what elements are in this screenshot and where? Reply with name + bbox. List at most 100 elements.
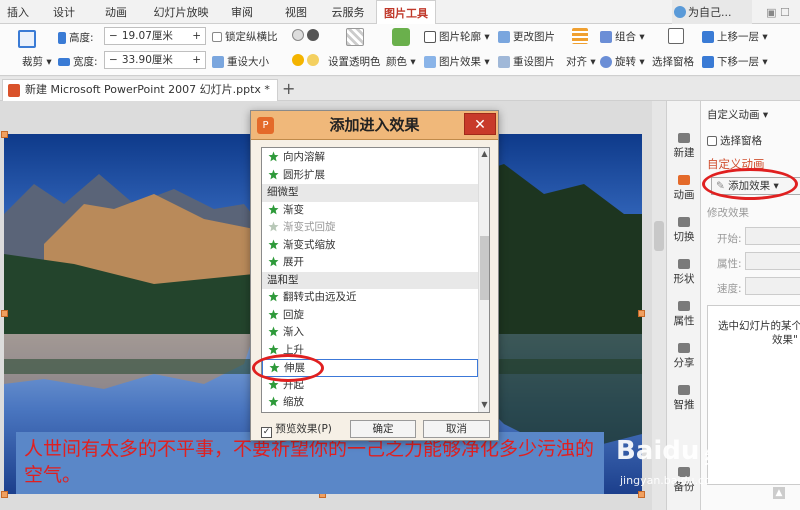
tab-animation[interactable]: 动画 xyxy=(96,0,136,24)
effect-item[interactable]: 渐变 xyxy=(262,202,478,220)
transition-icon xyxy=(678,217,690,227)
scroll-thumb[interactable] xyxy=(654,221,664,251)
start-select[interactable] xyxy=(745,227,800,245)
recommend-icon xyxy=(678,385,690,395)
send-backward-icon xyxy=(702,56,714,68)
picture-tools-ribbon: 裁剪 ▾ 高度: −19.07厘米 + 宽度: −33.90厘米 + 锁定纵横比 重… xyxy=(0,24,800,76)
color-icon[interactable] xyxy=(392,28,413,46)
resize-handle[interactable] xyxy=(638,491,645,498)
sidebar-item-recommend[interactable]: 智推 xyxy=(667,385,701,412)
effect-item[interactable]: 渐入 xyxy=(262,324,478,342)
effect-star-icon xyxy=(268,309,279,320)
brightness-buttons[interactable] xyxy=(292,29,322,41)
tab-design[interactable]: 设计 xyxy=(44,0,84,24)
property-label: 属性: xyxy=(717,258,742,270)
change-picture-button[interactable]: 更改图片 xyxy=(498,29,555,44)
picture-outline-button[interactable]: 图片轮廓 ▾ xyxy=(424,29,490,44)
effect-label: 温和型 xyxy=(267,273,299,286)
group-icon xyxy=(600,31,612,43)
tab-slideshow[interactable]: 幻灯片放映 xyxy=(146,0,216,24)
effect-label: 渐变 xyxy=(283,203,304,216)
ribbon-tab-bar: 插入 设计 动画 幻灯片放映 审阅 视图 云服务 图片工具 为自己... ▣ ☐ xyxy=(0,0,800,25)
effect-item[interactable]: 回旋 xyxy=(262,307,478,325)
effect-label: 渐入 xyxy=(283,326,304,338)
effect-item[interactable]: 渐变式回旋 xyxy=(262,219,478,237)
resize-handle[interactable] xyxy=(638,310,645,317)
scroll-down-icon[interactable]: ▼ xyxy=(479,399,489,411)
reset-picture-button[interactable]: 重设图片 xyxy=(498,54,555,69)
width-stepper[interactable]: −33.90厘米 + xyxy=(104,51,206,69)
user-avatar-icon xyxy=(674,6,686,18)
selection-pane-button[interactable]: 选择窗格 xyxy=(652,54,694,69)
sidebar-item-property[interactable]: 属性 xyxy=(667,301,701,328)
tab-cloud[interactable]: 云服务 xyxy=(324,0,372,24)
dialog-title-bar: P 添加进入效果 ✕ xyxy=(251,111,498,140)
tab-picture-tools[interactable]: 图片工具 xyxy=(376,0,436,25)
effect-star-icon xyxy=(268,326,279,337)
resize-handle[interactable] xyxy=(1,310,8,317)
sidebar-item-animation[interactable]: 动画 xyxy=(667,175,701,202)
resize-handle[interactable] xyxy=(1,491,8,498)
sidebar-item-shape[interactable]: 形状 xyxy=(667,259,701,286)
effect-item[interactable]: 渐变式缩放 xyxy=(262,237,478,255)
new-tab-plus-icon[interactable]: + xyxy=(282,79,295,99)
ok-button[interactable]: 确定 xyxy=(350,420,416,438)
pane-hint-2: 效果" xyxy=(772,334,798,346)
color-button[interactable]: 颜色 ▾ xyxy=(386,54,416,69)
lock-ratio-checkbox[interactable]: 锁定纵横比 xyxy=(212,29,278,44)
effect-star-icon xyxy=(268,256,279,267)
scroll-up-icon[interactable]: ▲ xyxy=(479,148,489,160)
crop-button[interactable]: 裁剪 ▾ xyxy=(22,54,52,69)
rotate-button[interactable]: 旋转 ▾ xyxy=(600,54,645,69)
scroll-thumb[interactable] xyxy=(480,236,489,300)
property-select[interactable] xyxy=(745,252,800,270)
align-button[interactable]: 对齐 ▾ xyxy=(566,54,596,69)
selection-pane-link[interactable]: 选择窗格 xyxy=(707,133,762,148)
account-button[interactable]: 为自己... xyxy=(672,0,752,24)
sidebar-item-new[interactable]: 新建 xyxy=(667,133,701,160)
close-icon[interactable]: ✕ xyxy=(464,113,496,135)
pane-hint: 选中幻灯片的某个 xyxy=(718,320,800,332)
effect-label: 缩放 xyxy=(283,396,304,408)
picture-icon xyxy=(498,31,510,43)
set-transparent-button[interactable]: 设置透明色 xyxy=(328,54,381,69)
slide-caption[interactable]: 人世间有太多的不平事，不要祈望你的一己之力能够净化多少污浊的空气。 xyxy=(16,432,604,494)
effect-item[interactable]: 展开 xyxy=(262,254,478,272)
width-icon xyxy=(58,58,70,66)
reset-size-button[interactable]: 重设大小 xyxy=(212,54,269,69)
effect-item[interactable]: 圆形扩展 xyxy=(262,167,478,185)
resize-handle[interactable] xyxy=(1,131,8,138)
tab-view[interactable]: 视图 xyxy=(278,0,314,24)
crop-icon[interactable] xyxy=(18,30,39,48)
highlight-oval-add-effect xyxy=(702,168,798,200)
align-icon[interactable] xyxy=(572,28,591,44)
speed-select[interactable] xyxy=(745,277,800,295)
sidebar-item-transition[interactable]: 切换 xyxy=(667,217,701,244)
effect-item[interactable]: 翻转式由远及近 xyxy=(262,289,478,307)
transparent-icon[interactable] xyxy=(346,28,367,46)
pane-title-dropdown[interactable]: 自定义动画 ▾ xyxy=(707,107,768,122)
selection-pane-icon[interactable] xyxy=(668,28,687,44)
effect-label: 圆形扩展 xyxy=(283,168,325,181)
cancel-button[interactable]: 取消 xyxy=(423,420,490,438)
effect-star-icon xyxy=(268,169,279,180)
document-tab[interactable]: 新建 Microsoft PowerPoint 2007 幻灯片.pptx * xyxy=(2,79,278,101)
picture-effect-button[interactable]: 图片效果 ▾ xyxy=(424,54,490,69)
bring-forward-button[interactable]: 上移一层 ▾ xyxy=(702,29,768,44)
window-controls[interactable]: ▣ ☐ xyxy=(756,0,800,24)
effect-group-header: 温和型 xyxy=(262,271,478,289)
group-button[interactable]: 组合 ▾ xyxy=(600,29,645,44)
height-icon xyxy=(58,32,66,44)
effect-item[interactable]: 向内溶解 xyxy=(262,149,478,167)
send-backward-button[interactable]: 下移一层 ▾ xyxy=(702,54,768,69)
height-stepper[interactable]: −19.07厘米 + xyxy=(104,27,206,45)
effect-item[interactable]: 缩放 xyxy=(262,394,478,412)
sidebar-item-share[interactable]: 分享 xyxy=(667,343,701,370)
preview-checkbox[interactable]: ✓ 预览效果(P) xyxy=(261,422,332,438)
tab-insert[interactable]: 插入 xyxy=(0,0,36,24)
contrast-buttons[interactable] xyxy=(292,54,322,66)
effect-list-scrollbar[interactable]: ▲ ▼ xyxy=(478,148,489,412)
arrow-up-icon[interactable]: ▲ xyxy=(773,487,785,499)
tab-review[interactable]: 审阅 xyxy=(224,0,260,24)
document-tab-bar: 新建 Microsoft PowerPoint 2007 幻灯片.pptx * … xyxy=(0,77,800,101)
